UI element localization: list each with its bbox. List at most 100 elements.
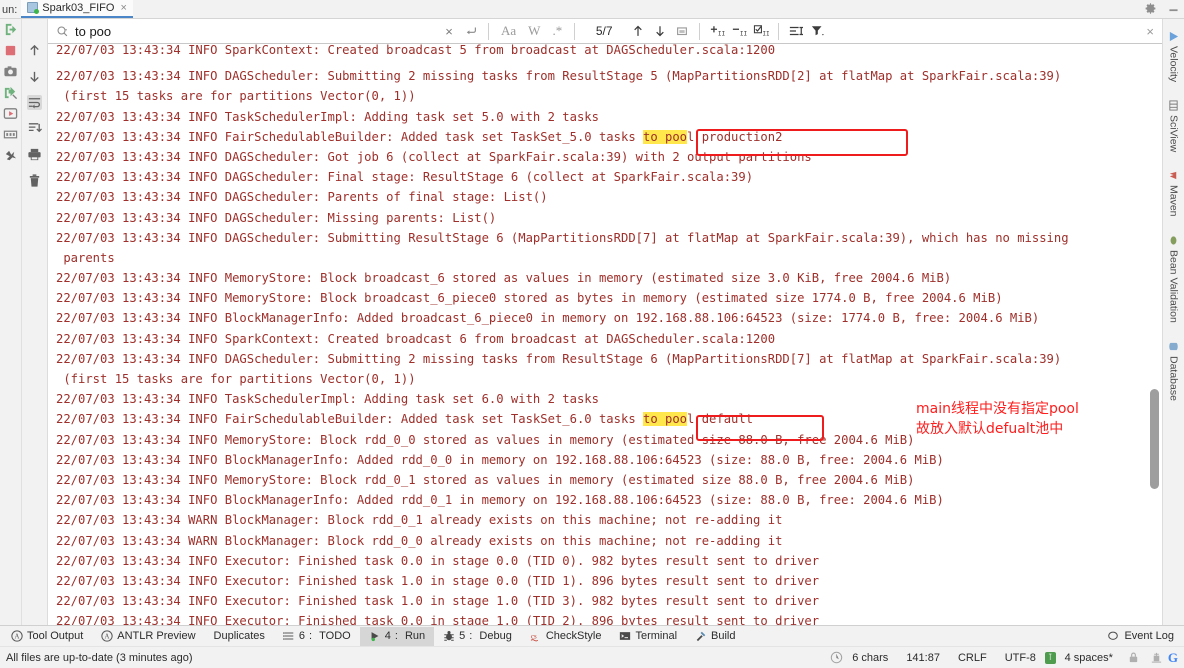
close-icon[interactable]: ×	[120, 2, 126, 14]
minimize-icon[interactable]	[1167, 2, 1180, 15]
line-separator[interactable]: CRLF	[949, 652, 996, 664]
prev-match-icon[interactable]	[627, 21, 649, 41]
annotation-note-line2: 故放入默认defualt池中	[916, 421, 1064, 437]
window-buttons	[1144, 2, 1180, 15]
sidebar-item-maven[interactable]: Maven	[1168, 162, 1180, 227]
rerun-icon[interactable]	[3, 22, 18, 37]
caret-position[interactable]: 141:87	[897, 652, 949, 664]
layout-icon[interactable]	[3, 127, 18, 142]
resume-icon[interactable]	[3, 106, 18, 121]
log-text: 22/07/03 13:43:34 WARN BlockManager: Blo…	[56, 533, 783, 548]
database-icon	[1168, 341, 1179, 352]
checkstyle-icon: cs	[530, 630, 542, 642]
velocity-icon	[1168, 31, 1179, 42]
log-line: parents	[50, 248, 1162, 268]
search-history-icon[interactable]	[460, 21, 482, 41]
words-toggle[interactable]: W	[522, 23, 546, 39]
toolwindow-build[interactable]: Build	[686, 627, 744, 646]
svg-text:A: A	[15, 634, 20, 641]
regex-toggle[interactable]: .*	[546, 23, 568, 39]
toolwindow-colon: :	[394, 630, 401, 642]
console-column: to poo × Aa W .* 5/7 II II II × 22/07/03…	[48, 19, 1162, 625]
print-icon[interactable]	[27, 147, 42, 162]
lock-icon[interactable]	[1127, 651, 1140, 664]
scroll-up-icon[interactable]	[27, 43, 42, 58]
toolwindow-debug[interactable]: 5: Debug	[434, 627, 521, 646]
clear-search-icon[interactable]: ×	[438, 21, 460, 41]
indent-setting[interactable]: 4 spaces*	[1056, 652, 1122, 664]
search-input[interactable]: to poo	[48, 19, 438, 43]
toolwindow-label: Terminal	[635, 630, 678, 642]
check-filter-icon[interactable]: II	[750, 21, 772, 41]
stop-icon[interactable]	[3, 43, 18, 58]
log-text: 22/07/03 13:43:34 INFO TaskSchedulerImpl…	[56, 109, 599, 124]
google-icon[interactable]: G	[1168, 650, 1178, 666]
toolwindow-run[interactable]: 4: Run	[359, 626, 435, 646]
close-find-icon[interactable]: ×	[1146, 24, 1154, 39]
toolwindow-label: Duplicates	[213, 630, 265, 642]
status-bar: All files are up-to-date (3 minutes ago)…	[0, 646, 1184, 668]
log-text: 22/07/03 13:43:34 INFO Executor: Finishe…	[56, 573, 820, 588]
console-region: to poo × Aa W .* 5/7 II II II × 22/07/03…	[0, 19, 1184, 625]
run-actions-rail	[0, 19, 22, 625]
camera-icon[interactable]	[3, 64, 18, 79]
indent-icon[interactable]	[785, 21, 807, 41]
clock-icon[interactable]	[830, 651, 843, 664]
log-text: 22/07/03 13:43:34 INFO MemoryStore: Bloc…	[56, 432, 915, 447]
run-toolwindow-label: un:	[2, 4, 18, 16]
toolwindow-duplicates[interactable]: Duplicates	[205, 627, 274, 646]
scroll-down-icon[interactable]	[27, 69, 42, 84]
svg-text:II: II	[718, 30, 725, 37]
gear-icon[interactable]	[1144, 2, 1157, 15]
next-match-icon[interactable]	[649, 21, 671, 41]
match-case-toggle[interactable]: Aa	[495, 23, 522, 39]
log-line: 22/07/03 13:43:34 INFO DAGScheduler: Sub…	[50, 349, 1162, 369]
event-log-icon	[1107, 630, 1119, 642]
sidebar-item-bean-validation[interactable]: Bean Validation	[1168, 227, 1180, 333]
console-output[interactable]: 22/07/03 13:43:34 INFO SparkContext: Cre…	[48, 44, 1162, 625]
toolwindow-antlr-preview[interactable]: A ANTLR Preview	[92, 627, 204, 646]
toolwindow-label: TODO	[319, 630, 351, 642]
todo-icon	[282, 630, 295, 642]
file-encoding[interactable]: UTF-8	[996, 652, 1045, 664]
trash-icon[interactable]	[27, 173, 42, 188]
select-all-occurrences-icon[interactable]	[671, 21, 693, 41]
toolwindow-terminal[interactable]: Terminal	[610, 627, 686, 646]
log-line: 22/07/03 13:43:34 WARN BlockManager: Blo…	[50, 510, 1162, 530]
toolwindow-checkstyle[interactable]: cs CheckStyle	[521, 627, 611, 646]
log-text: 22/07/03 13:43:34 INFO DAGScheduler: Fin…	[56, 170, 754, 185]
console-scrollbar[interactable]	[1150, 44, 1159, 625]
sidebar-item-sciview[interactable]: SciView	[1168, 92, 1180, 162]
antlr-icon: A	[11, 630, 23, 642]
toolwindow-todo[interactable]: 6: TODO	[274, 627, 360, 646]
remove-filter-icon[interactable]: II	[728, 21, 750, 41]
log-line: 22/07/03 13:43:34 INFO MemoryStore: Bloc…	[50, 288, 1162, 308]
log-line: 22/07/03 13:43:34 INFO FairSchedulableBu…	[50, 127, 1162, 147]
log-line: 22/07/03 13:43:34 INFO DAGScheduler: Par…	[50, 187, 1162, 207]
console-actions-rail	[22, 19, 48, 625]
scroll-to-end-icon[interactable]	[27, 121, 42, 136]
toolwindow-tool-output[interactable]: A Tool Output	[2, 627, 92, 646]
soft-wrap-icon[interactable]	[27, 95, 42, 110]
inspector-icon[interactable]	[1150, 651, 1163, 664]
log-line: 22/07/03 13:43:34 WARN BlockManager: Blo…	[50, 531, 1162, 551]
sidebar-item-label: Bean Validation	[1167, 249, 1180, 323]
console-scrollbar-thumb[interactable]	[1150, 389, 1159, 489]
log-line: 22/07/03 13:43:34 INFO DAGScheduler: Got…	[50, 147, 1162, 167]
tab-spark03-fifo[interactable]: Spark03_FIFO ×	[21, 0, 133, 18]
status-badge[interactable]: ⊺	[1044, 651, 1056, 664]
funnel-icon[interactable]	[807, 21, 829, 41]
add-filter-icon[interactable]: II	[706, 21, 728, 41]
svg-text:II: II	[740, 30, 747, 37]
log-line: 22/07/03 13:43:34 INFO DAGScheduler: Fin…	[50, 167, 1162, 187]
annotation-note-line1: main线程中没有指定pool	[916, 401, 1079, 417]
log-line: 22/07/03 13:43:34 INFO MemoryStore: Bloc…	[50, 470, 1162, 490]
divider	[574, 22, 576, 40]
event-log-button[interactable]: Event Log	[1107, 630, 1184, 642]
sidebar-item-database[interactable]: Database	[1168, 333, 1180, 411]
rerun-failed-icon[interactable]	[3, 85, 18, 100]
pin-icon[interactable]	[3, 148, 18, 163]
sidebar-item-velocity[interactable]: Velocity	[1168, 23, 1180, 92]
match-count: 5/7	[595, 24, 613, 38]
search-highlight: to poo	[643, 412, 688, 427]
